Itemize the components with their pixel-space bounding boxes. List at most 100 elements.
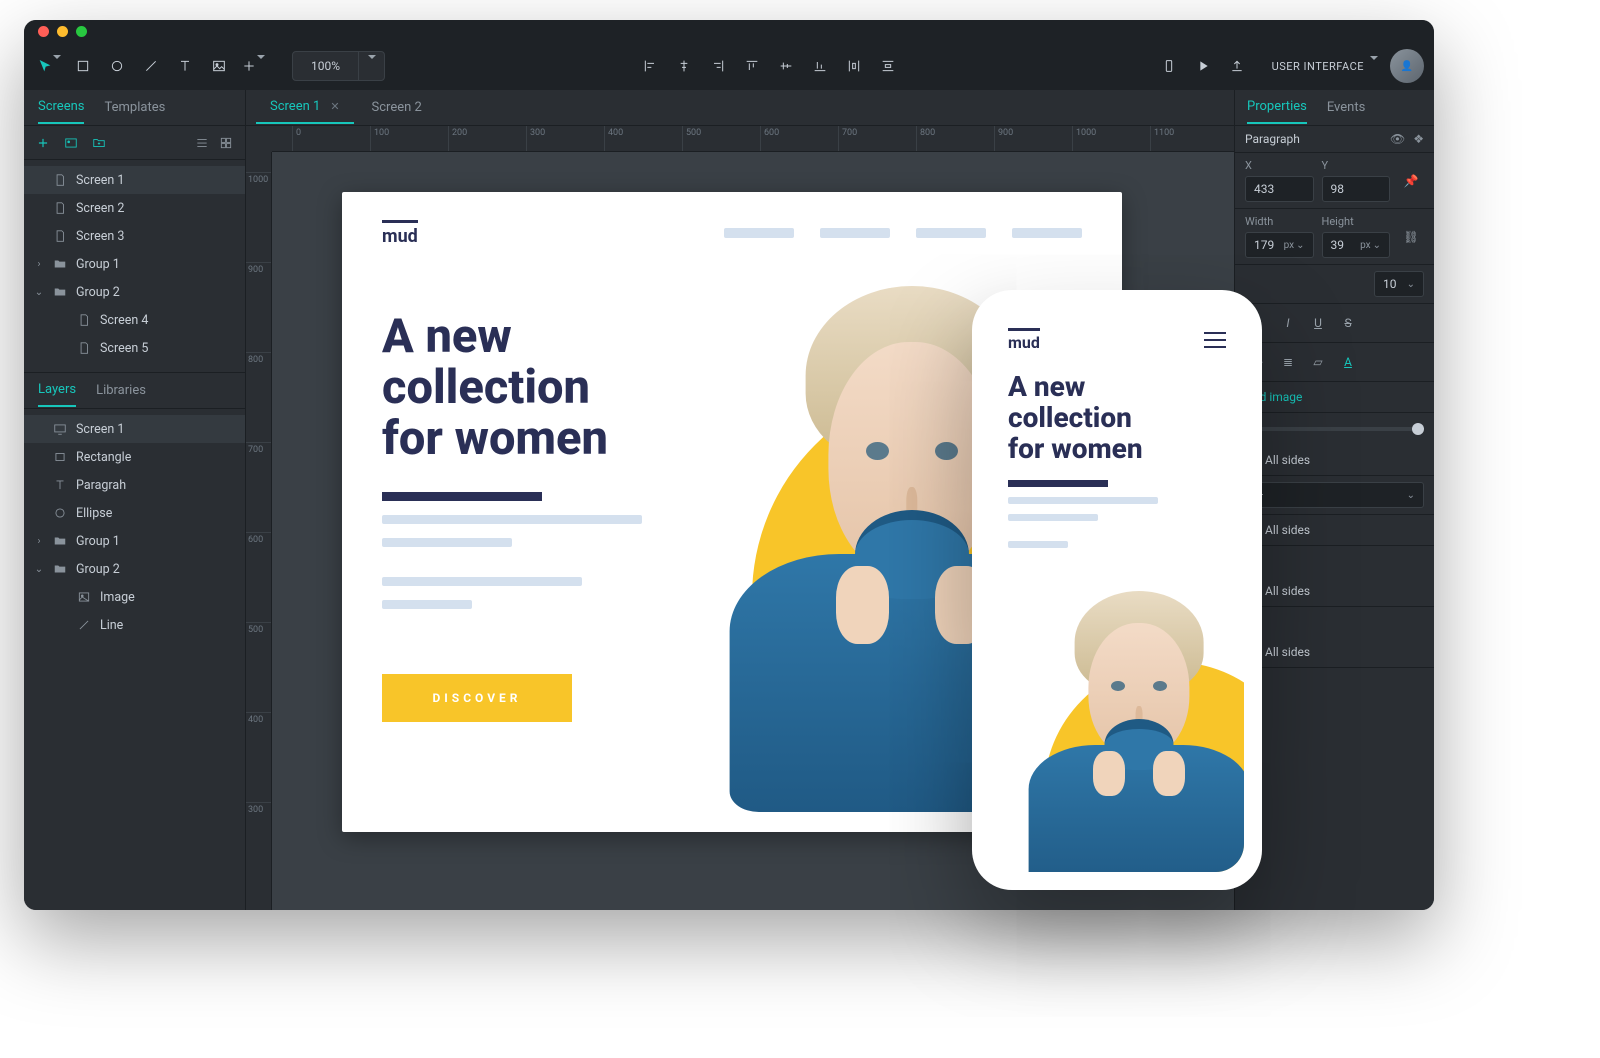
layers-tree-item[interactable]: Line [24,611,245,639]
add-screen-icon[interactable] [34,134,52,152]
y-input[interactable]: 98 [1322,176,1391,202]
line-tool[interactable] [136,51,166,81]
minimize-window-button[interactable] [57,26,68,37]
screens-tree-item[interactable]: Screen 5 [24,334,245,362]
device-icon[interactable] [1154,51,1184,81]
ruler-tick: 1100 [1150,126,1174,151]
layers-tree-item[interactable]: Paragrah [24,471,245,499]
layers-panel-tabs: Layers Libraries [24,373,245,409]
layers-tree-item[interactable]: ›Group 1 [24,527,245,555]
tab-libraries[interactable]: Libraries [96,383,146,406]
add-tool[interactable] [238,51,268,81]
strikethrough-icon[interactable]: S [1335,310,1361,336]
distribute-v-icon[interactable] [873,51,903,81]
list-icon[interactable]: ≣ [1275,349,1301,375]
screens-tree-item[interactable]: Screen 3 [24,222,245,250]
tree-item-label: Screen 3 [76,229,124,244]
user-avatar[interactable]: 👤 [1390,49,1424,83]
page-icon [52,172,68,188]
zoom-dropdown-icon[interactable] [358,52,384,80]
add-image-link[interactable]: Add image [1235,382,1434,413]
tab-screens[interactable]: Screens [38,99,84,124]
corner-radius-input[interactable]: 10⌄ [1374,271,1424,297]
all-sides-checkbox-1[interactable]: ✓All sides [1235,445,1434,476]
distribute-h-icon[interactable] [839,51,869,81]
tree-item-label: Image [100,590,135,605]
play-icon[interactable] [1188,51,1218,81]
tree-item-label: Screen 2 [76,201,124,216]
height-input[interactable]: 39px ⌄ [1322,232,1391,258]
layers-tree-item[interactable]: Rectangle [24,443,245,471]
opacity-slider[interactable] [1245,427,1424,431]
all-sides-checkbox-3[interactable]: ✓All sides [1235,576,1434,607]
ruler-tick: 1000 [246,172,271,185]
align-left-icon[interactable] [635,51,665,81]
maximize-window-button[interactable] [76,26,87,37]
align-center-v-icon[interactable] [771,51,801,81]
border-style-select[interactable]: —⌄ [1245,482,1424,508]
mode-selector[interactable]: USER INTERFACE [1272,60,1378,73]
tab-templates[interactable]: Templates [104,100,165,123]
screens-tree-item[interactable]: Screen 1 [24,166,245,194]
align-bottom-icon[interactable] [805,51,835,81]
width-input[interactable]: 179px ⌄ [1245,232,1314,258]
pin-icon[interactable]: 📌 [1398,168,1424,194]
close-tab-icon[interactable]: ✕ [330,100,339,113]
tab-properties[interactable]: Properties [1247,99,1307,124]
ruler-tick: 600 [246,532,271,545]
align-right-icon[interactable] [703,51,733,81]
layers-tree-item[interactable]: Ellipse [24,499,245,527]
italic-icon[interactable]: I [1275,310,1301,336]
layers-tree: Screen 1 Rectangle ParagrahEllipse›Group 1… [24,409,245,649]
height-label: Height [1322,215,1391,228]
tree-item-label: Screen 1 [76,173,124,188]
zoom-value: 100% [293,59,358,73]
ruler-tick: 200 [448,126,467,151]
document-tab[interactable]: Screen 1✕ [256,91,354,124]
screens-tree-item[interactable]: ›Group 1 [24,250,245,278]
zoom-selector[interactable]: 100% [292,51,385,81]
ellipse-tool[interactable] [102,51,132,81]
screens-tree-item[interactable]: ⌄Group 2 [24,278,245,306]
add-image-screen-icon[interactable] [62,134,80,152]
chevron-down-icon [1370,60,1378,73]
ruler-tick: 100 [370,126,389,151]
list-view-icon[interactable] [193,134,211,152]
close-window-button[interactable] [38,26,49,37]
ruler-tick: 1000 [1072,126,1096,151]
image-tool[interactable] [204,51,234,81]
select-tool[interactable] [34,51,64,81]
phone-hero: A new collection for women [1008,372,1218,548]
layer-stack-icon[interactable]: ❖ [1413,132,1424,146]
tree-item-label: Line [100,618,123,633]
align-top-icon[interactable] [737,51,767,81]
screens-tree-item[interactable]: Screen 4 [24,306,245,334]
layers-tree-item[interactable]: ⌄Group 2 [24,555,245,583]
text-color-icon[interactable]: A [1335,349,1361,375]
rectangle-tool[interactable] [68,51,98,81]
all-sides-checkbox-4[interactable]: ✓All sides [1235,637,1434,668]
layers-tree-item[interactable]: Image [24,583,245,611]
tree-item-label: Group 1 [76,534,120,549]
underline-icon[interactable]: U [1305,310,1331,336]
transform-icon[interactable]: ▱ [1305,349,1331,375]
text-tool[interactable] [170,51,200,81]
left-panel: Screens Templates Screen 1 Screen 2 Screen… [24,90,246,910]
layers-tree-item[interactable]: Screen 1 [24,415,245,443]
upload-icon[interactable] [1222,51,1252,81]
visibility-icon[interactable]: 👁 [1390,132,1405,146]
tool-group-shapes [34,51,268,81]
screen-icon [52,421,68,437]
folder-icon [52,284,68,300]
screens-tree-item[interactable]: Screen 2 [24,194,245,222]
x-input[interactable]: 433 [1245,176,1314,202]
align-center-h-icon[interactable] [669,51,699,81]
grid-view-icon[interactable] [217,134,235,152]
all-sides-checkbox-2[interactable]: ✓All sides [1235,515,1434,546]
tree-item-label: Rectangle [76,450,131,465]
link-dimensions-icon[interactable]: ⛓ [1398,224,1424,250]
tab-events[interactable]: Events [1327,100,1365,123]
tab-layers[interactable]: Layers [38,382,76,407]
add-folder-icon[interactable] [90,134,108,152]
document-tab[interactable]: Screen 2 [358,92,436,123]
